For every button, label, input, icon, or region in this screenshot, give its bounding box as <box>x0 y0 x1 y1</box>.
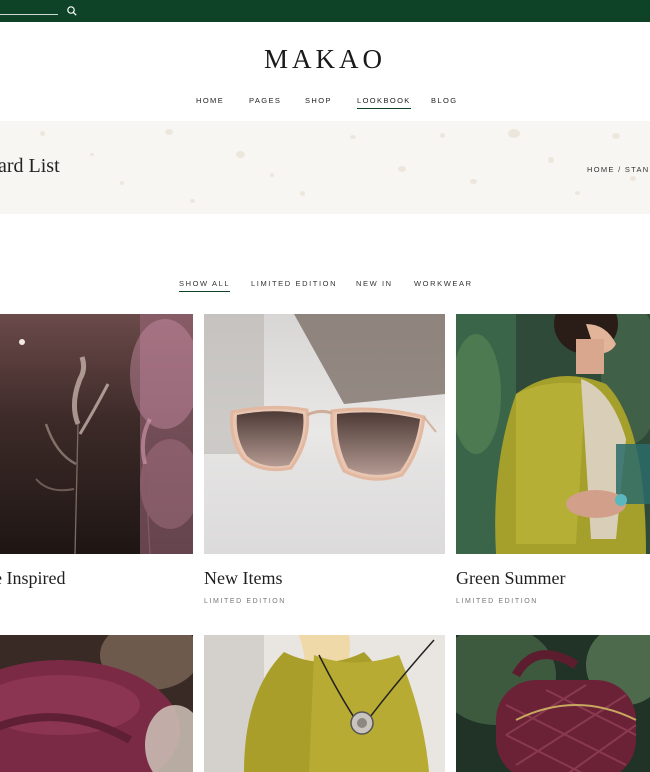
breadcrumb[interactable]: HOME / STAND <box>587 165 650 174</box>
card-category[interactable]: LIMITED EDITION <box>456 598 538 605</box>
page: MAKAO HOME PAGES SHOP LOOKBOOK BLOG ard … <box>0 0 650 772</box>
nav-item-lookbook[interactable]: LOOKBOOK <box>357 96 411 109</box>
filter-limited-edition[interactable]: LIMITED EDITION <box>251 279 337 288</box>
main-nav: HOME PAGES SHOP LOOKBOOK BLOG <box>0 96 650 110</box>
card-image-sunglasses[interactable] <box>204 314 445 554</box>
card-title[interactable]: Green Summer <box>456 568 565 589</box>
card-title[interactable]: e Inspired <box>0 568 65 589</box>
top-bar <box>0 0 650 22</box>
card-image-green-blazer[interactable] <box>456 314 650 554</box>
search-icon[interactable] <box>66 5 78 17</box>
card-image-backpack[interactable] <box>456 635 650 772</box>
card-image-pendant-top[interactable] <box>204 635 445 772</box>
nav-item-shop[interactable]: SHOP <box>305 96 332 105</box>
card-image-pampas[interactable] <box>0 314 193 554</box>
portfolio-filters: SHOW ALL LIMITED EDITION NEW IN WORKWEAR <box>0 279 650 295</box>
site-logo[interactable]: MAKAO <box>0 44 650 75</box>
page-title: ard List <box>0 155 60 177</box>
nav-item-blog[interactable]: BLOG <box>431 96 457 105</box>
card-title[interactable]: New Items <box>204 568 282 589</box>
title-banner: ard List HOME / STAND <box>0 121 650 214</box>
card-category[interactable]: LIMITED EDITION <box>204 598 286 605</box>
nav-item-home[interactable]: HOME <box>196 96 224 105</box>
card-image-burgundy-hat[interactable] <box>0 635 193 772</box>
filter-new-in[interactable]: NEW IN <box>356 279 393 288</box>
filter-workwear[interactable]: WORKWEAR <box>414 279 473 288</box>
filter-show-all[interactable]: SHOW ALL <box>179 279 231 292</box>
search-input[interactable] <box>0 14 58 15</box>
nav-item-pages[interactable]: PAGES <box>249 96 281 105</box>
